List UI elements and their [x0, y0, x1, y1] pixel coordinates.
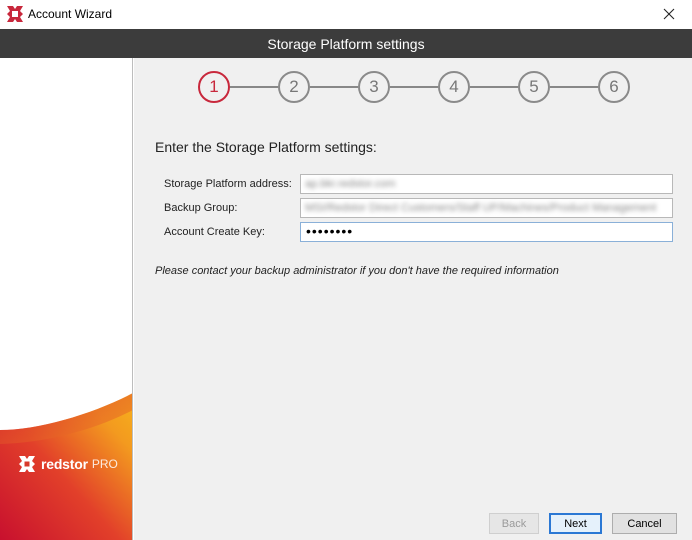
brand-suffix: PRO: [91, 457, 118, 471]
step-3: 3: [358, 71, 390, 103]
step-connector: [390, 86, 438, 88]
sidebar: redstor PRO: [0, 58, 133, 540]
close-icon: [663, 8, 675, 20]
storage-platform-address-label: Storage Platform address:: [164, 178, 292, 190]
next-button[interactable]: Next: [549, 513, 602, 534]
main-panel: 1 2 3 4 5 6 Enter the Storage Platform s…: [134, 58, 692, 540]
account-create-key-label: Account Create Key:: [164, 226, 265, 238]
close-button[interactable]: [646, 0, 692, 29]
step-6: 6: [598, 71, 630, 103]
storage-platform-address-value: ap.bkr.redstor.com: [305, 178, 396, 190]
brand-logo: redstor PRO: [18, 455, 118, 473]
window-title: Account Wizard: [28, 7, 113, 21]
backup-group-value: MSI/Redstor Direct Customers/Staff UP/Ma…: [305, 202, 657, 214]
wizard-stepper: 1 2 3 4 5 6: [134, 58, 692, 118]
form-heading: Enter the Storage Platform settings:: [155, 139, 377, 155]
back-button[interactable]: Back: [489, 513, 539, 534]
redstor-logo-icon: [7, 6, 23, 22]
help-note: Please contact your backup administrator…: [155, 265, 559, 277]
step-connector: [310, 86, 358, 88]
cancel-button[interactable]: Cancel: [612, 513, 677, 534]
step-connector: [550, 86, 598, 88]
page-title: Storage Platform settings: [267, 35, 425, 52]
backup-group-label: Backup Group:: [164, 202, 238, 214]
step-1: 1: [198, 71, 230, 103]
account-create-key-field[interactable]: ••••••••: [300, 222, 673, 242]
backup-group-field[interactable]: MSI/Redstor Direct Customers/Staff UP/Ma…: [300, 198, 673, 218]
title-bar: Account Wizard: [0, 0, 692, 29]
storage-platform-address-field[interactable]: ap.bkr.redstor.com: [300, 174, 673, 194]
step-2: 2: [278, 71, 310, 103]
page-header: Storage Platform settings: [0, 29, 692, 58]
step-5: 5: [518, 71, 550, 103]
account-create-key-value: ••••••••: [306, 223, 354, 239]
redstor-mark-icon: [19, 456, 35, 472]
brand-name: redstor: [41, 456, 88, 472]
step-connector: [470, 86, 518, 88]
step-connector: [230, 86, 278, 88]
step-4: 4: [438, 71, 470, 103]
